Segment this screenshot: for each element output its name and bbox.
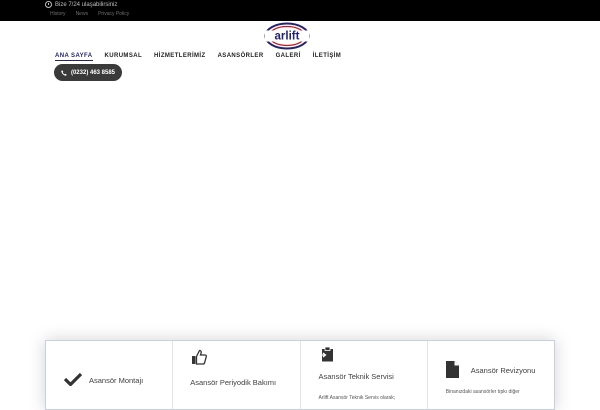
top-link-privacy-policy[interactable]: Privacy Policy	[98, 11, 129, 17]
arlift-logo[interactable]: arlift	[264, 22, 310, 50]
feature-asansor-montaji[interactable]: Asansör Montajı	[46, 341, 174, 409]
feature-asansor-periyodik-bakimi[interactable]: Asansör Periyodik Bakımı	[173, 341, 301, 409]
clock-icon	[45, 1, 52, 8]
feature-title: Asansör Teknik Servisi	[318, 372, 394, 381]
document-icon	[445, 361, 459, 378]
nav-item-hizmetlerimiz[interactable]: HİZMETLERİMİZ	[154, 53, 206, 61]
top-bar: Bize 7/24 ulaşabilirsiniz History News P…	[0, 0, 600, 21]
nav-item-asansorler[interactable]: ASANSÖRLER	[218, 53, 264, 61]
feature-title: Asansör Montajı	[89, 376, 144, 385]
feature-asansor-revizyonu[interactable]: Asansör Revizyonu Binanızdaki asansörler…	[428, 341, 554, 409]
feature-asansor-teknik-servisi[interactable]: Asansör Teknik Servisi Arlift Asansör Te…	[301, 341, 428, 409]
feature-title: Asansör Revizyonu	[470, 366, 536, 375]
availability-text: Bize 7/24 ulaşabilirsiniz	[55, 1, 118, 8]
feature-description: Binanızdaki asansörler tıpkı diğer	[445, 389, 520, 395]
feature-title: Asansör Periyodik Bakımı	[190, 378, 277, 387]
thumbs-up-icon	[192, 349, 208, 365]
top-links: History News Privacy Policy	[50, 11, 129, 17]
nav-item-galeri[interactable]: GALERİ	[276, 53, 301, 61]
nav-item-kurumsal[interactable]: KURUMSAL	[105, 53, 143, 61]
nav-item-iletisim[interactable]: İLETİŞİM	[313, 53, 342, 61]
feature-description: Arlift Asansör Teknik Servis olarak;	[318, 395, 396, 401]
top-link-news[interactable]: News	[76, 11, 89, 17]
check-icon	[64, 372, 82, 386]
phone-button[interactable]: (0232) 463 8585	[54, 64, 122, 81]
clipboard-icon	[319, 346, 333, 362]
main-nav: ANA SAYFA KURUMSAL HİZMETLERİMİZ ASANSÖR…	[55, 53, 341, 61]
availability-info: Bize 7/24 ulaşabilirsiniz	[45, 1, 117, 8]
phone-number: (0232) 463 8585	[70, 69, 116, 76]
svg-text:arlift: arlift	[275, 31, 300, 43]
phone-icon	[61, 69, 67, 76]
nav-item-ana-sayfa[interactable]: ANA SAYFA	[55, 53, 93, 61]
top-link-history[interactable]: History	[50, 11, 66, 17]
